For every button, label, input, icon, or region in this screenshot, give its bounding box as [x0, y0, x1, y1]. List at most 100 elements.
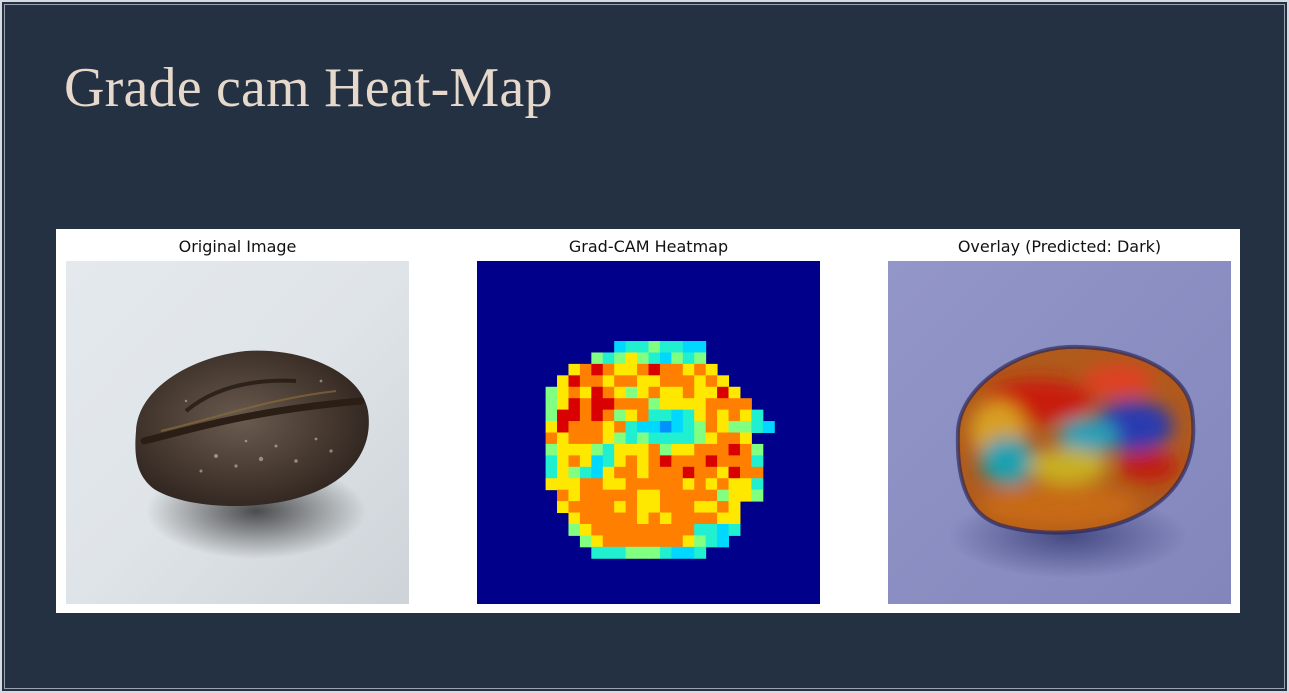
- heatmap-cell: [579, 432, 592, 445]
- heatmap-cell: [694, 341, 707, 353]
- heatmap-cell: [625, 455, 638, 468]
- heatmap-cell: [648, 432, 661, 445]
- panel-title-overlay: Overlay (Predicted: Dark): [957, 237, 1162, 256]
- heatmap-cell: [739, 421, 752, 433]
- heatmap-cell: [671, 363, 684, 376]
- heatmap-cell: [591, 535, 604, 548]
- heatmap-cell: [648, 501, 661, 514]
- heatmap-cell: [671, 352, 684, 365]
- heatmap-cell: [614, 421, 627, 433]
- heatmap-cell: [568, 409, 581, 422]
- heatmap-cell: [625, 535, 638, 548]
- heatmap-cell: [637, 478, 649, 491]
- heatmap-cell: [671, 443, 684, 456]
- heatmap-cell: [694, 523, 707, 536]
- heatmap-cell: [648, 341, 661, 353]
- heatmap-cell: [579, 409, 592, 422]
- heatmap-cell: [637, 501, 649, 514]
- heatmap-cell: [602, 478, 615, 491]
- heatmap-cell: [751, 466, 764, 479]
- heatmap-cell: [659, 455, 672, 468]
- heatmap-cell: [751, 421, 764, 433]
- heatmap-cell: [705, 432, 718, 445]
- heatmap-cell: [739, 409, 752, 422]
- heatmap-cell: [568, 363, 581, 376]
- heatmap-cell: [557, 443, 569, 456]
- heatmap-cell: [728, 478, 741, 491]
- heatmap-cell: [659, 432, 672, 445]
- heatmap-cell: [614, 455, 627, 468]
- heatmap-cell: [648, 546, 661, 559]
- heatmap-cell: [545, 386, 558, 399]
- heatmap-cell: [602, 421, 615, 433]
- heatmap-cell: [591, 546, 604, 559]
- slide-title: Grade cam Heat-Map: [64, 57, 553, 119]
- heatmap-cell: [648, 535, 661, 548]
- heatmap-cell: [648, 421, 661, 433]
- heatmap-cell: [602, 432, 615, 445]
- heatmap-cell: [682, 501, 695, 514]
- heatmap-cell: [557, 489, 569, 502]
- heatmap-cell: [739, 489, 752, 502]
- heatmap-cell: [659, 512, 672, 525]
- heatmap-cell: [648, 375, 661, 388]
- heatmap-cell: [625, 409, 638, 422]
- heatmap-cell: [728, 432, 741, 445]
- heatmap-cell: [694, 546, 707, 559]
- heatmap-cell: [648, 489, 661, 502]
- heatmap-cell: [694, 443, 707, 456]
- heatmap-cell: [625, 341, 638, 353]
- heatmap-cell: [591, 421, 604, 433]
- heatmap-cell: [659, 352, 672, 365]
- heatmap-cell: [705, 455, 718, 468]
- heatmap-cell: [648, 386, 661, 399]
- heatmap-cell: [637, 409, 649, 422]
- heatmap-cell: [568, 455, 581, 468]
- heatmap-cell: [648, 352, 661, 365]
- heatmap-cell: [625, 478, 638, 491]
- heatmap-cell: [717, 421, 730, 433]
- heatmap-cell: [614, 352, 627, 365]
- heatmap-cell: [591, 409, 604, 422]
- heatmap-cell: [545, 455, 558, 468]
- heatmap-cell: [579, 523, 592, 536]
- heatmap-cell: [659, 466, 672, 479]
- heatmap-cell: [591, 501, 604, 514]
- heatmap-cell: [614, 523, 627, 536]
- heatmap-cell: [591, 478, 604, 491]
- heatmap-cell: [579, 455, 592, 468]
- heatmap-cell: [671, 535, 684, 548]
- heatmap-cell: [682, 546, 695, 559]
- heatmap-cell: [648, 455, 661, 468]
- heatmap-cell: [648, 398, 661, 411]
- heatmap-cell: [728, 409, 741, 422]
- heatmap-cell: [659, 535, 672, 548]
- heatmap-cell: [614, 409, 627, 422]
- panel-title-heatmap: Grad-CAM Heatmap: [568, 237, 729, 256]
- heatmap-cell: [648, 523, 661, 536]
- heatmap-cell: [659, 501, 672, 514]
- heatmap-cell: [602, 546, 615, 559]
- heatmap-cell: [637, 512, 649, 525]
- heatmap-cell: [579, 398, 592, 411]
- heatmap-cell: [568, 489, 581, 502]
- heatmap-cell: [671, 478, 684, 491]
- heatmap-cell: [659, 478, 672, 491]
- heatmap-cell: [614, 466, 627, 479]
- heatmap-cell: [659, 341, 672, 353]
- heatmap-cell: [739, 455, 752, 468]
- heatmap-cell: [694, 512, 707, 525]
- heatmap-cell: [591, 398, 604, 411]
- heatmap-cell: [671, 421, 684, 433]
- heatmap-cell: [682, 409, 695, 422]
- heatmap-cell: [682, 443, 695, 456]
- heatmap-cell: [682, 466, 695, 479]
- heatmap-cell: [545, 478, 558, 491]
- heatmap-cell: [591, 512, 604, 525]
- heatmap-cell: [545, 443, 558, 456]
- heatmap-cell: [648, 478, 661, 491]
- heatmap-cell: [694, 386, 707, 399]
- heatmap-cell: [614, 512, 627, 525]
- heatmap-cell: [625, 443, 638, 456]
- heatmap-cell: [602, 398, 615, 411]
